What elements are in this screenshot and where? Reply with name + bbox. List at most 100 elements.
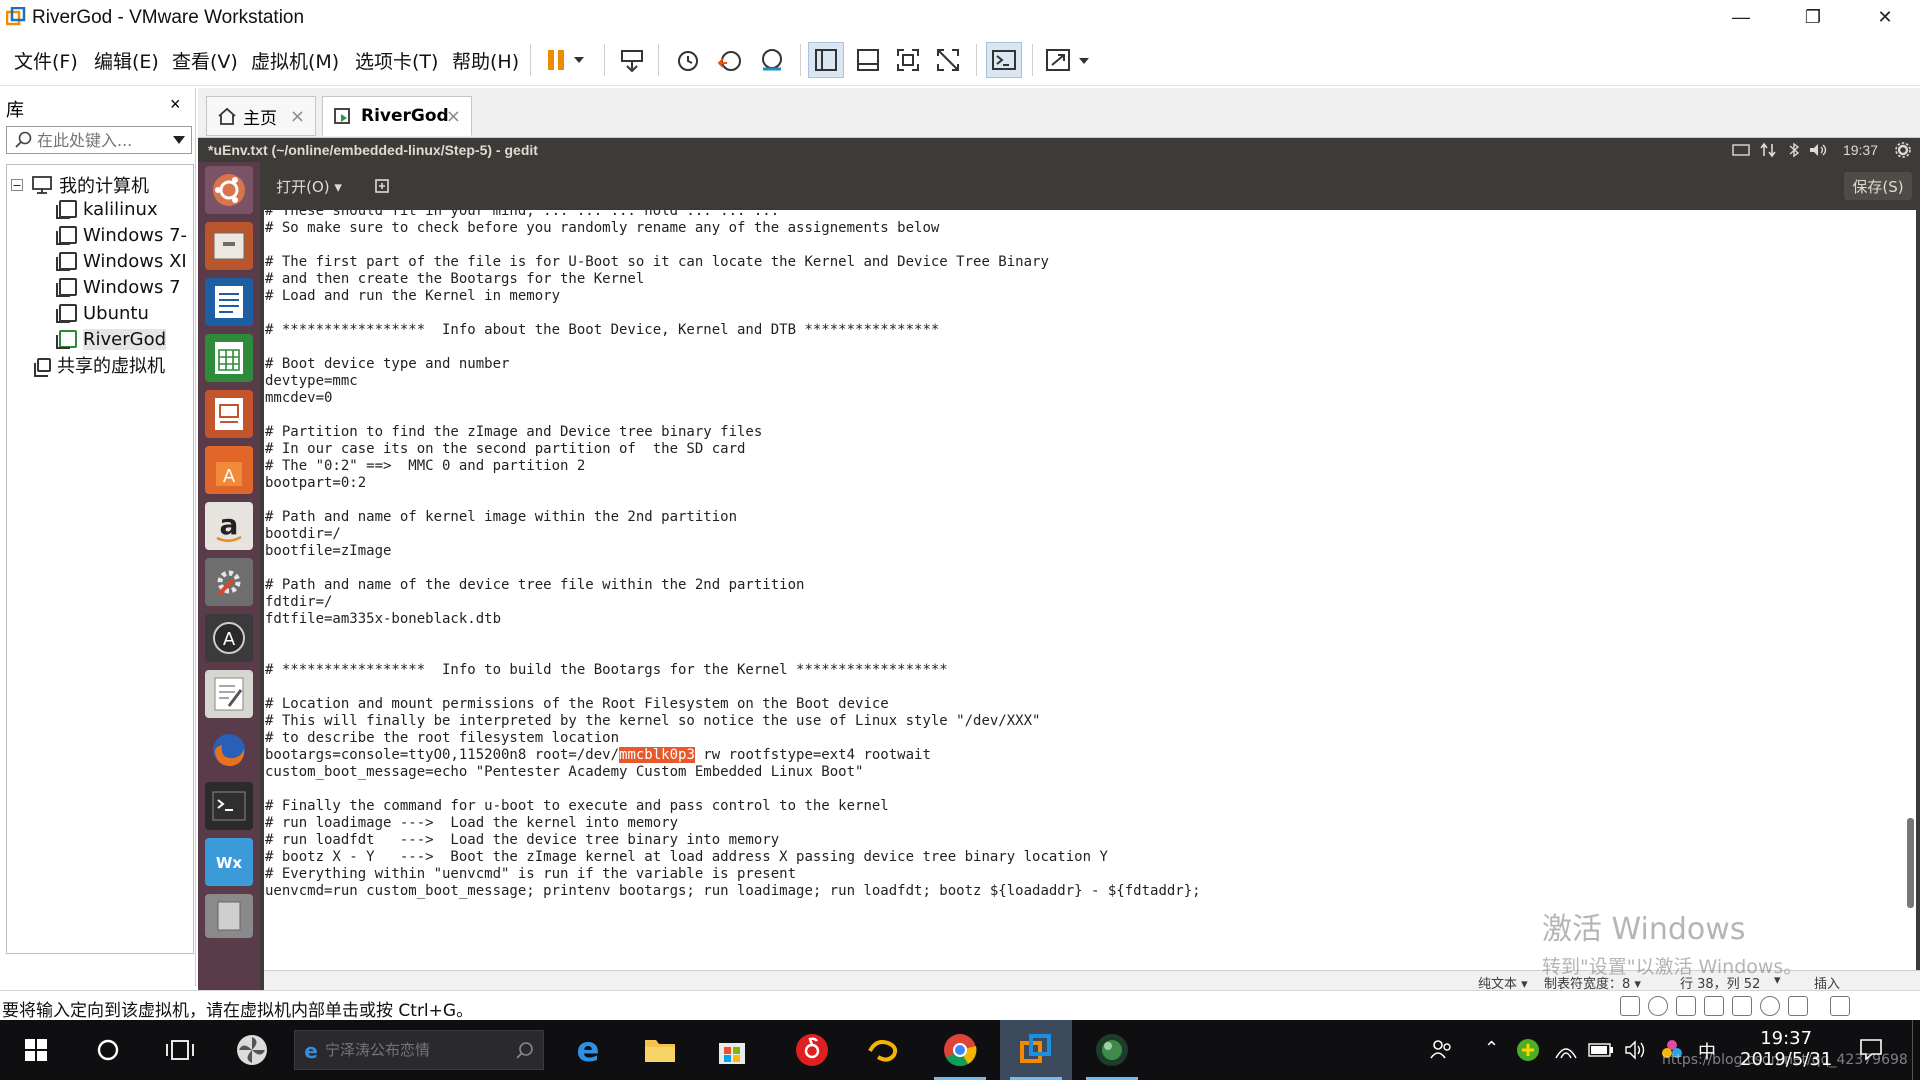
vm-console[interactable]: *uEnv.txt (~/online/embedded-linux/Step-… — [198, 138, 1920, 992]
show-library-button[interactable] — [808, 42, 844, 78]
tree-item-vm[interactable]: Windows XI — [56, 249, 187, 273]
people-icon[interactable] — [1428, 1038, 1454, 1062]
input-hint-message: 要将输入定向到该虚拟机，请在虚拟机内部单击或按 Ctrl+G。 — [2, 1001, 474, 1021]
dash-home-button[interactable] — [205, 166, 253, 214]
taskbar-search-input[interactable] — [325, 1039, 505, 1061]
pause-button[interactable] — [538, 42, 594, 78]
selected-text[interactable]: mmcblk0p3 — [619, 747, 695, 763]
vmware-taskbar-button[interactable] — [1000, 1020, 1072, 1080]
library-search-input[interactable] — [37, 130, 163, 150]
tab-home[interactable]: 主页 × — [206, 96, 316, 136]
network-icon[interactable] — [1760, 142, 1776, 158]
library-search[interactable] — [6, 126, 192, 154]
tree-item-vm[interactable]: kalilinux — [56, 197, 158, 221]
security-plus-icon[interactable] — [1516, 1038, 1540, 1062]
tree-item-vm-selected[interactable]: RiverGod — [56, 327, 167, 351]
terminal-launcher[interactable] — [205, 782, 253, 830]
software-bag-icon: A — [216, 462, 242, 487]
editor-content[interactable]: # These should fit in your mind, ... ...… — [265, 210, 1201, 900]
collapse-toggle-icon[interactable]: − — [11, 179, 23, 192]
minimize-button[interactable]: — — [1718, 0, 1764, 34]
keyboard-icon[interactable] — [1732, 143, 1750, 157]
globe-app-taskbar-button[interactable] — [1076, 1020, 1148, 1080]
printer-status-icon[interactable] — [1704, 996, 1724, 1016]
save-button[interactable]: 保存(S) — [1844, 172, 1912, 200]
task-view-button[interactable] — [144, 1020, 216, 1080]
taskbar-search[interactable]: e — [294, 1030, 544, 1070]
disk-launcher[interactable] — [205, 894, 253, 938]
network-adapter-status-icon[interactable] — [1676, 996, 1696, 1016]
unity-mode-button[interactable] — [930, 42, 966, 78]
wifi-icon[interactable] — [1554, 1040, 1578, 1060]
menu-view[interactable]: 查看(V) — [172, 47, 238, 74]
wx-launcher[interactable]: Wx — [205, 838, 253, 886]
sound-status-icon[interactable] — [1732, 996, 1752, 1016]
tree-item-vm[interactable]: Windows 7- — [56, 223, 187, 247]
full-screen-button[interactable] — [890, 42, 926, 78]
battery-icon[interactable] — [1588, 1042, 1614, 1058]
system-settings-launcher[interactable] — [205, 558, 253, 606]
settings-wrench-icon — [217, 570, 241, 596]
tree-item-shared-vms[interactable]: 共享的虚拟机 — [34, 353, 165, 377]
ubuntu-clock[interactable]: 19:37 — [1843, 142, 1878, 158]
cd-dvd-status-icon[interactable] — [1648, 996, 1668, 1016]
menu-vm[interactable]: 虚拟机(M) — [251, 47, 339, 74]
hard-disk-status-icon[interactable] — [1620, 996, 1640, 1016]
tab-rivergod[interactable]: RiverGod × — [322, 96, 472, 136]
chevron-down-icon[interactable] — [173, 136, 185, 144]
svg-text:e: e — [576, 1033, 599, 1067]
show-desktop-button[interactable] — [1912, 1020, 1920, 1080]
menu-tabs[interactable]: 选项卡(T) — [355, 47, 438, 74]
text-editor-launcher[interactable] — [205, 670, 253, 718]
netease-music-taskbar-button[interactable] — [776, 1020, 848, 1080]
tab-close-button[interactable]: × — [446, 106, 461, 127]
gear-icon[interactable] — [1894, 141, 1912, 159]
tab-close-button[interactable]: × — [290, 106, 305, 127]
tree-item-vm[interactable]: Windows 7 — [56, 275, 181, 299]
speaker-icon[interactable] — [1624, 1040, 1648, 1060]
software-center-launcher[interactable]: A — [205, 446, 253, 494]
writer-launcher[interactable] — [205, 278, 253, 326]
snapshot-button[interactable] — [670, 42, 706, 78]
gedit-text-area[interactable]: # These should fit in your mind, ... ...… — [264, 210, 1916, 970]
new-document-button[interactable] — [366, 172, 398, 200]
firefox-launcher[interactable] — [205, 726, 253, 774]
tree-item-vm[interactable]: Ubuntu — [56, 301, 149, 325]
cortana-button[interactable] — [72, 1020, 144, 1080]
console-view-button[interactable] — [986, 42, 1022, 78]
maximize-button[interactable]: ❐ — [1790, 0, 1836, 34]
editor-scrollbar[interactable] — [1907, 818, 1914, 908]
file-explorer-taskbar-button[interactable] — [624, 1020, 696, 1080]
revert-snapshot-button[interactable] — [712, 42, 748, 78]
volume-icon[interactable] — [1808, 142, 1830, 158]
stretch-button[interactable] — [1042, 42, 1098, 78]
amazon-launcher[interactable]: a — [205, 502, 253, 550]
files-launcher[interactable] — [205, 222, 253, 270]
software-updater-launcher[interactable]: A — [205, 614, 253, 662]
close-button[interactable]: ✕ — [1862, 0, 1908, 34]
edge-taskbar-button[interactable]: e — [552, 1020, 624, 1080]
library-close-button[interactable]: × — [170, 94, 181, 115]
menu-edit[interactable]: 编辑(E) — [94, 47, 159, 74]
menu-file[interactable]: 文件(F) — [14, 47, 78, 74]
pinwheel-app-button[interactable] — [216, 1020, 288, 1080]
chrome-taskbar-button[interactable] — [924, 1020, 996, 1080]
show-thumbnail-button[interactable] — [850, 42, 886, 78]
store-taskbar-button[interactable] — [696, 1020, 768, 1080]
start-button[interactable] — [0, 1020, 72, 1080]
menu-help[interactable]: 帮助(H) — [452, 47, 519, 74]
swirl-app-taskbar-button[interactable] — [848, 1020, 920, 1080]
calc-launcher[interactable] — [205, 334, 253, 382]
task-view-icon — [166, 1040, 194, 1060]
impress-launcher[interactable] — [205, 390, 253, 438]
display-status-icon[interactable] — [1788, 996, 1808, 1016]
show-hidden-icons-chevron-icon[interactable]: ⌃ — [1484, 1038, 1499, 1059]
snapshot-manager-button[interactable] — [754, 42, 790, 78]
usb-status-icon[interactable] — [1760, 996, 1780, 1016]
bluetooth-icon[interactable] — [1788, 142, 1800, 158]
tree-item-my-computer[interactable]: − 我的计算机 — [11, 173, 149, 197]
message-log-icon[interactable] — [1830, 996, 1850, 1016]
open-button[interactable]: 打开(O) ▾ — [266, 172, 352, 200]
send-ctrl-alt-del-button[interactable] — [614, 42, 650, 78]
toolbar-separator — [658, 44, 659, 76]
